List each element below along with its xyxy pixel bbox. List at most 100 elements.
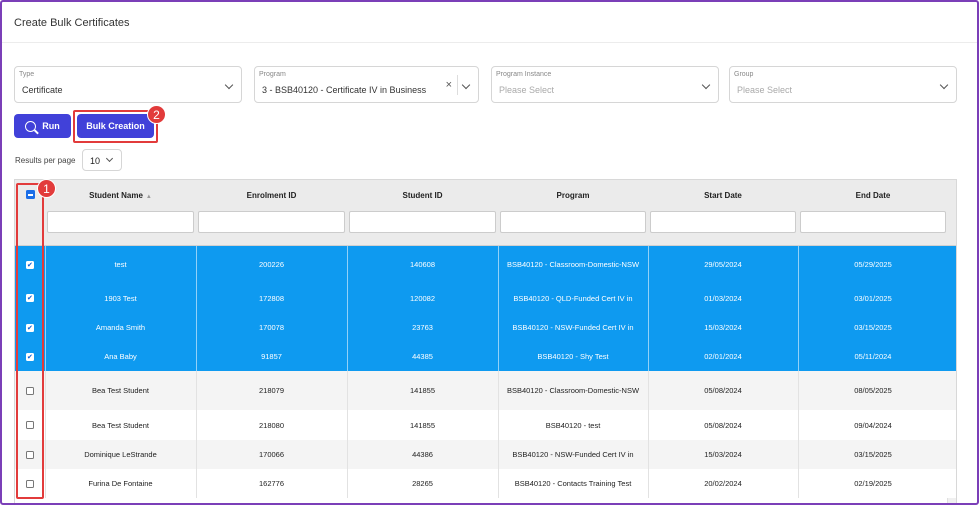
column-divider xyxy=(196,313,197,342)
filter-program-instance-select[interactable]: Program Instance Please Select xyxy=(491,66,719,103)
column-divider xyxy=(798,469,799,498)
table-cell-end: 09/04/2024 xyxy=(854,420,892,430)
column-header-label: Program xyxy=(556,191,590,200)
table-cell-name: Bea Test Student xyxy=(92,420,149,430)
column-divider xyxy=(798,410,799,440)
column-divider xyxy=(498,371,499,410)
table-cell-program: BSB40120 - test xyxy=(545,420,601,430)
table-row[interactable]: Bea Test Student 218079 141855 BSB40120 - C… xyxy=(15,371,956,410)
column-filter-input[interactable] xyxy=(500,211,646,233)
table-cell-program: BSB40120 - Contacts Training Test xyxy=(514,479,632,488)
chevron-down-icon xyxy=(461,80,471,90)
column-divider xyxy=(498,313,499,342)
table-row[interactable]: 1903 Test 172808 120082 BSB40120 - QLD-Fund… xyxy=(15,283,956,313)
title-divider xyxy=(2,42,977,43)
column-divider xyxy=(45,371,46,410)
table-cell-name: Bea Test Student xyxy=(92,386,149,395)
column-header-label: Start Date xyxy=(704,191,742,200)
table-cell-enrolment-id: 170066 xyxy=(258,450,285,459)
column-divider xyxy=(347,371,348,410)
results-per-page-select[interactable]: 10 xyxy=(82,149,122,171)
column-divider xyxy=(798,283,799,313)
table-cell-student-id: 23763 xyxy=(412,323,433,332)
table-cell-program: BSB40120 - NSW-Funded Cert IV in xyxy=(512,450,634,459)
column-divider xyxy=(347,410,348,440)
column-divider xyxy=(347,313,348,342)
table-cell-enrolment-id: 218079 xyxy=(258,386,285,395)
table-cell-start: 15/03/2024 xyxy=(704,450,742,459)
table-cell-student-id: 120082 xyxy=(409,293,436,303)
column-divider xyxy=(347,440,348,469)
table-row[interactable]: Bea Test Student 218080 141855 BSB40120 - t… xyxy=(15,410,956,440)
column-divider xyxy=(648,410,649,440)
chevron-down-icon xyxy=(224,80,234,90)
run-button-label: Run xyxy=(42,121,60,131)
column-divider xyxy=(196,246,197,283)
table-cell-end: 02/19/2025 xyxy=(854,479,892,488)
column-filter-input[interactable] xyxy=(650,211,796,233)
filter-label: Program Instance xyxy=(496,71,552,78)
table-cell-enrolment-id: 170078 xyxy=(258,323,285,332)
column-divider xyxy=(648,469,649,498)
sort-icon[interactable]: ▲ xyxy=(146,194,152,200)
divider xyxy=(457,75,458,95)
column-divider xyxy=(196,469,197,498)
table-row[interactable]: test 200226 140608 BSB40120 - Classroom-Dom… xyxy=(15,246,956,283)
column-filter-input[interactable] xyxy=(198,211,345,233)
table-row[interactable]: Furina De Fontaine 162776 28265 BSB40120 - … xyxy=(15,469,956,498)
column-filter-input[interactable] xyxy=(349,211,496,233)
table-cell-name: Ana Baby xyxy=(104,352,137,361)
table-cell-enrolment-id: 91857 xyxy=(261,352,282,361)
column-divider xyxy=(45,246,46,283)
column-divider xyxy=(798,371,799,410)
table-cell-name: Dominique LeStrande xyxy=(84,450,157,459)
column-divider xyxy=(648,440,649,469)
filter-group-select[interactable]: Group Please Select xyxy=(729,66,957,103)
table-cell-student-id: 44386 xyxy=(412,450,433,459)
page-frame: Create Bulk Certificates Type Certificate… xyxy=(0,0,979,505)
table-cell-student-id: 141855 xyxy=(409,386,436,395)
students-table: Student Name ▲ Enrolment ID Student ID Progr… xyxy=(14,179,957,503)
column-header-label: Student Name ▲ xyxy=(89,191,152,200)
table-row[interactable]: Ana Baby 91857 44385 BSB40120 - Shy Test 02/… xyxy=(15,342,956,371)
table-cell-start: 29/05/2024 xyxy=(704,260,742,269)
column-header[interactable]: Enrolment ID xyxy=(196,180,347,245)
clear-icon[interactable]: × xyxy=(446,79,452,91)
filter-program-select[interactable]: Program 3 - BSB40120 - Certificate IV in … xyxy=(254,66,479,103)
filter-type-select[interactable]: Type Certificate xyxy=(14,66,242,103)
table-row[interactable]: Amanda Smith 170078 23763 BSB40120 - NSW-Fu… xyxy=(15,313,956,342)
table-cell-end: 05/11/2024 xyxy=(854,352,892,361)
table-header: Student Name ▲ Enrolment ID Student ID Progr… xyxy=(15,180,956,246)
column-divider xyxy=(347,283,348,313)
table-cell-student-id: 141855 xyxy=(409,420,436,430)
filter-value: Please Select xyxy=(737,85,793,95)
table-row[interactable]: Dominique LeStrande 170066 44386 BSB40120 -… xyxy=(15,440,956,469)
column-divider xyxy=(648,371,649,410)
column-header[interactable]: Student Name ▲ xyxy=(45,180,196,245)
table-cell-end: 03/15/2025 xyxy=(854,450,892,459)
table-cell-enrolment-id: 200226 xyxy=(258,260,285,269)
table-cell-start: 05/08/2024 xyxy=(704,420,742,430)
column-divider xyxy=(196,283,197,313)
column-header[interactable]: End Date xyxy=(798,180,948,245)
column-divider xyxy=(798,313,799,342)
results-per-page-value: 10 xyxy=(90,156,101,166)
column-divider xyxy=(498,469,499,498)
run-button[interactable]: Run xyxy=(14,114,71,138)
column-divider xyxy=(498,410,499,440)
column-divider xyxy=(347,342,348,371)
column-filter-input[interactable] xyxy=(47,211,194,233)
table-cell-student-id: 28265 xyxy=(412,479,433,488)
column-header[interactable]: Program xyxy=(498,180,648,245)
bulk-button-highlight xyxy=(73,110,158,143)
column-divider xyxy=(498,283,499,313)
table-cell-student-id: 44385 xyxy=(412,352,433,361)
column-header[interactable]: Student ID xyxy=(347,180,498,245)
column-divider xyxy=(347,469,348,498)
column-filter-input[interactable] xyxy=(800,211,946,233)
column-divider xyxy=(648,283,649,313)
table-cell-end: 03/15/2025 xyxy=(854,323,892,332)
results-per-page-label: Results per page xyxy=(15,156,76,165)
column-header[interactable]: Start Date xyxy=(648,180,798,245)
page-title: Create Bulk Certificates xyxy=(14,17,130,29)
